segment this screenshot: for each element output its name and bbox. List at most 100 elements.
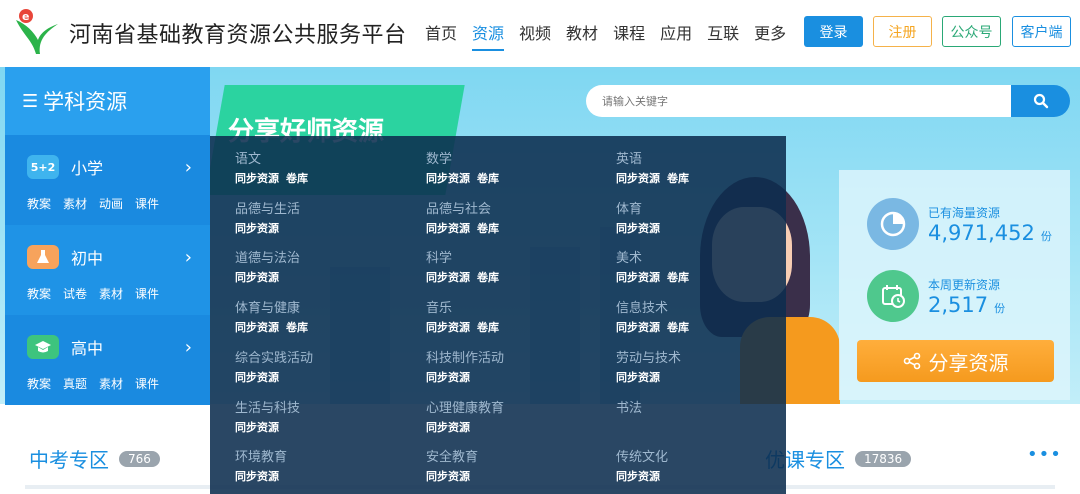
stage-link[interactable]: 课件 (135, 195, 159, 212)
site-header: e 河南省基础教育资源公共服务平台 首页 资源 视频 教材 课程 应用 互联 更… (0, 0, 1080, 67)
sync-resources-link[interactable]: 同步资源 (426, 468, 470, 484)
subject-name[interactable]: 体育 (616, 198, 660, 217)
sidebar-header: ☰ 学科资源 (5, 67, 210, 135)
nav-more[interactable]: 更多 (754, 20, 786, 51)
subject-name[interactable]: 道德与法治 (235, 247, 300, 266)
stage-link[interactable]: 课件 (135, 375, 159, 392)
subject-name[interactable]: 综合实践活动 (235, 347, 313, 366)
share-resources-button[interactable]: 分享资源 (857, 340, 1054, 382)
sync-resources-link[interactable]: 同步资源 (235, 319, 279, 335)
sync-resources-link[interactable]: 同步资源 (616, 220, 660, 236)
nav-textbook[interactable]: 教材 (566, 20, 598, 51)
sync-resources-link[interactable]: 同步资源 (235, 269, 279, 285)
subject-name[interactable]: 音乐 (426, 297, 499, 316)
graduation-cap-icon (27, 335, 59, 359)
search-input[interactable] (586, 85, 1011, 117)
subject-name[interactable]: 书法 (616, 397, 642, 416)
subject-entry: 道德与法治 同步资源 (235, 247, 300, 285)
more-dots-icon[interactable]: ••• (1027, 444, 1062, 465)
nav-video[interactable]: 视频 (519, 20, 551, 51)
subject-name[interactable]: 语文 (235, 148, 308, 167)
sync-resources-link[interactable]: 同步资源 (235, 369, 279, 385)
sync-resources-link[interactable]: 同步资源 (235, 419, 279, 435)
stage-link[interactable]: 课件 (135, 285, 159, 302)
stage-link[interactable]: 教案 (27, 285, 51, 302)
sync-resources-link[interactable]: 同步资源 (426, 419, 470, 435)
subject-name[interactable]: 环境教育 (235, 446, 287, 465)
sync-resources-link[interactable]: 同步资源 (426, 269, 470, 285)
subject-entry: 综合实践活动 同步资源 (235, 347, 313, 385)
stage-link[interactable]: 真题 (63, 375, 87, 392)
subject-name[interactable]: 科技制作活动 (426, 347, 504, 366)
subject-entry: 科技制作活动 同步资源 (426, 347, 504, 385)
subject-name[interactable]: 体育与健康 (235, 297, 308, 316)
sync-resources-link[interactable]: 同步资源 (616, 170, 660, 186)
register-button[interactable]: 注册 (873, 16, 932, 47)
subject-name[interactable]: 传统文化 (616, 446, 668, 465)
stage-link[interactable]: 动画 (99, 195, 123, 212)
exam-bank-link[interactable]: 卷库 (477, 269, 499, 285)
stage-senior[interactable]: 高中 › 教案 真题 素材 课件 (5, 315, 210, 405)
stage-link[interactable]: 教案 (27, 375, 51, 392)
sync-resources-link[interactable]: 同步资源 (426, 170, 470, 186)
stage-link[interactable]: 素材 (99, 375, 123, 392)
stage-primary[interactable]: 5+2 小学 › 教案 素材 动画 课件 (5, 135, 210, 225)
exam-bank-link[interactable]: 卷库 (477, 170, 499, 186)
client-download-button[interactable]: 客户端 (1012, 16, 1071, 47)
stage-link[interactable]: 教案 (27, 195, 51, 212)
sync-resources-link[interactable]: 同步资源 (426, 220, 470, 236)
wechat-account-button[interactable]: 公众号 (942, 16, 1001, 47)
subject-name[interactable]: 英语 (616, 148, 689, 167)
site-logo-icon[interactable]: e (8, 6, 62, 60)
chevron-right-icon: › (184, 247, 192, 268)
zone-exam[interactable]: 中考专区 766 (29, 444, 160, 473)
sync-resources-link[interactable]: 同步资源 (616, 269, 660, 285)
subject-name[interactable]: 劳动与技术 (616, 347, 681, 366)
login-button[interactable]: 登录 (804, 16, 863, 47)
menu-list-icon: ☰ (22, 90, 39, 112)
subject-name[interactable]: 科学 (426, 247, 499, 266)
nav-interconnect[interactable]: 互联 (707, 20, 739, 51)
stage-link[interactable]: 素材 (99, 285, 123, 302)
subject-entry: 体育 同步资源 (616, 198, 660, 236)
sync-resources-link[interactable]: 同步资源 (616, 468, 660, 484)
zone-title: 中考专区 (29, 448, 109, 472)
exam-bank-link[interactable]: 卷库 (477, 220, 499, 236)
nav-apps[interactable]: 应用 (660, 20, 692, 51)
sync-resources-link[interactable]: 同步资源 (426, 369, 470, 385)
subject-name[interactable]: 生活与科技 (235, 397, 300, 416)
search-button[interactable] (1011, 85, 1070, 117)
subject-entry: 安全教育 同步资源 (426, 446, 478, 484)
stage-name: 小学 (71, 159, 104, 178)
subject-name[interactable]: 数学 (426, 148, 499, 167)
subject-name[interactable]: 安全教育 (426, 446, 478, 465)
nav-resources[interactable]: 资源 (472, 20, 505, 51)
sync-resources-link[interactable]: 同步资源 (616, 319, 660, 335)
zone-quality-course[interactable]: 优课专区 17836 (765, 444, 912, 473)
subject-entry: 语文同步资源 卷库 (235, 148, 308, 186)
exam-bank-link[interactable]: 卷库 (667, 269, 689, 285)
zone-count-badge: 766 (119, 450, 160, 467)
subject-name[interactable]: 心理健康教育 (426, 397, 504, 416)
exam-bank-link[interactable]: 卷库 (667, 170, 689, 186)
stage-name: 高中 (71, 339, 104, 358)
sync-resources-link[interactable]: 同步资源 (235, 170, 279, 186)
sync-resources-link[interactable]: 同步资源 (235, 220, 279, 236)
stat-value: 2,517 (928, 292, 989, 317)
subject-name[interactable]: 品德与社会 (426, 198, 499, 217)
exam-bank-link[interactable]: 卷库 (286, 170, 308, 186)
stage-link[interactable]: 素材 (63, 195, 87, 212)
sync-resources-link[interactable]: 同步资源 (426, 319, 470, 335)
exam-bank-link[interactable]: 卷库 (667, 319, 689, 335)
sync-resources-link[interactable]: 同步资源 (616, 369, 660, 385)
exam-bank-link[interactable]: 卷库 (286, 319, 308, 335)
stage-junior[interactable]: 初中 › 教案 试卷 素材 课件 (5, 225, 210, 315)
sync-resources-link[interactable]: 同步资源 (235, 468, 279, 484)
subject-name[interactable]: 信息技术 (616, 297, 689, 316)
stage-link[interactable]: 试卷 (63, 285, 87, 302)
subject-name[interactable]: 美术 (616, 247, 689, 266)
exam-bank-link[interactable]: 卷库 (477, 319, 499, 335)
nav-courses[interactable]: 课程 (613, 20, 645, 51)
nav-home[interactable]: 首页 (425, 20, 457, 51)
subject-name[interactable]: 品德与生活 (235, 198, 300, 217)
